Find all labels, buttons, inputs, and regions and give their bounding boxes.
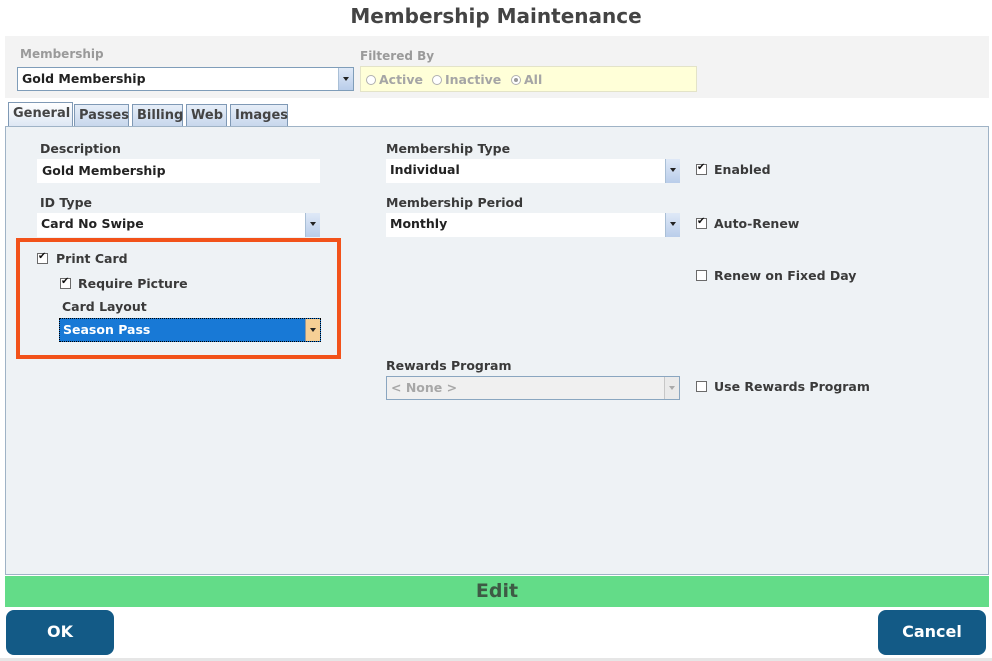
rewards-program-label: Rewards Program — [386, 358, 512, 373]
auto-renew-checkbox[interactable] — [696, 216, 707, 229]
filter-inactive-label: Inactive — [445, 72, 502, 87]
chevron-down-icon[interactable] — [665, 213, 680, 237]
radio-selected-icon — [511, 74, 521, 85]
membership-label: Membership — [20, 47, 104, 61]
filter-active-label: Active — [379, 72, 423, 87]
chevron-down-icon[interactable] — [338, 68, 353, 90]
tab-images[interactable]: Images — [230, 104, 288, 127]
radio-icon — [432, 74, 442, 85]
membership-value: Gold Membership — [22, 71, 146, 86]
card-layout-value: Season Pass — [63, 322, 151, 337]
use-rewards-label: Use Rewards Program — [714, 379, 870, 394]
use-rewards-checkbox[interactable] — [696, 381, 707, 392]
membership-period-label: Membership Period — [386, 195, 524, 210]
membership-period-value: Monthly — [390, 216, 448, 231]
chevron-down-icon[interactable] — [665, 159, 680, 183]
ok-button[interactable]: OK — [6, 610, 114, 655]
require-picture-checkbox[interactable] — [60, 276, 71, 289]
membership-type-value: Individual — [390, 162, 460, 177]
tab-passes[interactable]: Passes — [74, 104, 129, 127]
id-type-label: ID Type — [40, 195, 92, 210]
print-card-checkbox[interactable] — [37, 251, 48, 264]
rewards-program-value: < None > — [391, 380, 458, 395]
description-label: Description — [40, 141, 121, 156]
chevron-down-icon[interactable] — [305, 213, 320, 237]
renew-fixed-day-label: Renew on Fixed Day — [714, 268, 857, 283]
cancel-button[interactable]: Cancel — [878, 610, 986, 655]
mode-status-bar: Edit — [5, 576, 989, 607]
filter-radio-group: Active Inactive All — [360, 66, 697, 92]
membership-type-label: Membership Type — [386, 141, 511, 156]
card-layout-dropdown[interactable]: Season Pass — [59, 318, 321, 342]
tab-billing[interactable]: Billing — [132, 104, 183, 127]
print-card-label: Print Card — [56, 251, 128, 266]
page-title: Membership Maintenance — [350, 4, 642, 28]
filter-active-radio[interactable]: Active — [366, 72, 423, 87]
description-value: Gold Membership — [42, 163, 166, 178]
id-type-dropdown[interactable]: Card No Swipe — [37, 213, 320, 237]
radio-icon — [366, 74, 376, 85]
rewards-program-dropdown[interactable]: < None > — [386, 376, 680, 400]
auto-renew-label: Auto-Renew — [714, 216, 800, 231]
chevron-down-icon[interactable] — [305, 319, 320, 341]
filter-all-label: All — [524, 72, 543, 87]
renew-fixed-day-checkbox[interactable] — [696, 270, 707, 281]
membership-period-dropdown[interactable]: Monthly — [386, 213, 680, 237]
membership-dropdown[interactable]: Gold Membership — [17, 67, 354, 91]
membership-type-dropdown[interactable]: Individual — [386, 159, 680, 183]
filtered-by-label: Filtered By — [360, 49, 435, 63]
tab-general[interactable]: General — [8, 102, 73, 127]
enabled-checkbox[interactable] — [696, 162, 707, 175]
filter-inactive-radio[interactable]: Inactive — [432, 72, 501, 87]
enabled-label: Enabled — [714, 162, 771, 177]
filter-all-radio[interactable]: All — [511, 72, 542, 87]
card-layout-label: Card Layout — [62, 299, 147, 314]
chevron-down-icon[interactable] — [664, 377, 679, 399]
tab-web[interactable]: Web — [186, 104, 227, 127]
id-type-value: Card No Swipe — [41, 216, 144, 231]
require-picture-label: Require Picture — [78, 276, 188, 291]
description-field[interactable]: Gold Membership — [37, 159, 320, 183]
